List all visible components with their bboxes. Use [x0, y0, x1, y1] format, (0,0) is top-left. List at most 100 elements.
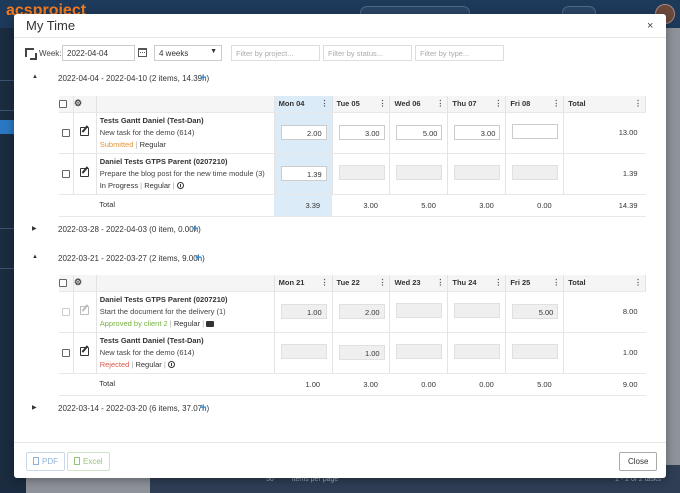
hours-input[interactable]: 2.00 — [280, 125, 327, 140]
kebab-icon[interactable]: ⋮ — [436, 99, 444, 108]
kebab-icon[interactable]: ⋮ — [552, 278, 560, 287]
caret-right-icon[interactable]: ▶ — [32, 404, 37, 411]
task-column-header — [96, 96, 275, 113]
project-name: Daniel Tests GTPS Parent (0207210) — [99, 156, 228, 166]
kebab-icon[interactable]: ⋮ — [321, 278, 329, 287]
day-column-header[interactable]: Thu 07 ⋮ — [447, 96, 507, 113]
select-all-checkbox[interactable] — [59, 279, 67, 288]
gear-icon[interactable]: ⚙ — [74, 277, 82, 287]
hours-input — [396, 344, 443, 359]
hours-input[interactable]: 1.39 — [280, 166, 327, 181]
row-checkbox[interactable] — [61, 349, 70, 357]
row-checkbox — [61, 308, 70, 316]
kebab-icon[interactable]: ⋮ — [321, 99, 329, 108]
kebab-icon[interactable]: ⋮ — [634, 278, 642, 287]
day-column-header[interactable]: Fri 08 ⋮ — [505, 96, 565, 113]
timesheet-list: ▲ 2022-04-04 - 2022-04-10 (2 items, 14.3… — [14, 68, 666, 441]
task-column-header — [96, 275, 275, 292]
weeks-select[interactable]: 4 weeks ▼ — [154, 45, 222, 61]
week-group-header[interactable]: ▲ 2022-03-21 - 2022-03-27 (2 items, 9.00… — [14, 252, 654, 266]
filter-project-input[interactable]: Filter by project... — [231, 45, 320, 61]
week-group-header[interactable]: ▶ 2022-03-28 - 2022-04-03 (0 item, 0.00h… — [14, 223, 654, 237]
kebab-icon[interactable]: ⋮ — [634, 99, 642, 108]
grand-total: 9.00 — [563, 373, 646, 396]
calendar-icon[interactable] — [138, 48, 147, 57]
day-column-header[interactable]: Tue 22 ⋮ — [332, 275, 391, 292]
totals-row: Total 3.39 3.00 5.00 3.00 0.00 14.39 — [59, 194, 646, 217]
comment-icon[interactable] — [206, 320, 215, 327]
add-icon[interactable]: + — [195, 252, 201, 264]
totals-row: Total 1.00 3.00 0.00 0.00 5.00 9.00 — [59, 373, 646, 396]
edit-icon[interactable] — [80, 347, 90, 356]
export-excel-button[interactable]: Excel — [67, 452, 110, 471]
hours-input: 1.00 — [338, 345, 385, 360]
hours-input — [512, 165, 559, 180]
filter-status-input[interactable]: Filter by status... — [323, 45, 412, 61]
caret-right-icon[interactable]: ▶ — [32, 225, 37, 232]
day-column-header[interactable]: Mon 21 ⋮ — [274, 275, 333, 292]
add-icon[interactable]: + — [200, 402, 206, 414]
select-all-cell[interactable] — [59, 96, 74, 113]
caret-down-icon[interactable]: ▲ — [32, 254, 38, 260]
totals-label: Total — [96, 194, 275, 217]
day-total: 5.00 — [505, 373, 564, 396]
hours-input[interactable]: 3.00 — [338, 125, 385, 140]
week-group-header[interactable]: ▲ 2022-04-04 - 2022-04-10 (2 items, 14.3… — [14, 72, 654, 86]
add-icon[interactable]: + — [192, 223, 198, 235]
day-column-header[interactable]: Mon 04 ⋮ — [274, 96, 333, 113]
week-date-input[interactable]: 2022-04-04 — [62, 45, 135, 61]
expand-icon[interactable] — [25, 48, 37, 60]
task-name[interactable]: New task for the demo (614) — [100, 127, 271, 139]
export-pdf-button[interactable]: PDF — [26, 452, 65, 471]
hours-input[interactable]: 5.00 — [396, 125, 443, 140]
hours-input — [338, 165, 385, 180]
type-label: Regular — [173, 318, 201, 328]
day-column-header[interactable]: Tue 05 ⋮ — [332, 96, 391, 113]
total-column-header[interactable]: Total ⋮ — [563, 96, 646, 113]
day-total: 1.00 — [274, 373, 333, 396]
kebab-icon[interactable]: ⋮ — [552, 99, 560, 108]
hours-input[interactable] — [512, 124, 559, 139]
kebab-icon[interactable]: ⋮ — [494, 278, 502, 287]
row-checkbox[interactable] — [61, 170, 70, 178]
week-group-title: 2022-03-21 - 2022-03-27 (2 items, 9.00h) — [58, 254, 205, 263]
select-all-cell[interactable] — [59, 275, 74, 292]
kebab-icon[interactable]: ⋮ — [494, 99, 502, 108]
table-row: Tests Gantt Daniel (Test-Dan) New task f… — [59, 332, 646, 374]
timer-icon[interactable] — [167, 361, 175, 369]
select-all-checkbox[interactable] — [59, 100, 67, 109]
edit-icon[interactable] — [80, 168, 90, 177]
settings-cell[interactable]: ⚙ — [73, 275, 97, 292]
settings-cell[interactable]: ⚙ — [73, 96, 97, 113]
table-row: Tests Gantt Daniel (Test-Dan) New task f… — [59, 112, 646, 154]
close-icon[interactable]: × — [647, 20, 653, 32]
caret-down-icon[interactable]: ▲ — [32, 74, 38, 80]
day-total: 3.00 — [332, 194, 390, 217]
kebab-icon[interactable]: ⋮ — [436, 278, 444, 287]
kebab-icon[interactable]: ⋮ — [378, 99, 386, 108]
day-column-header[interactable]: Wed 23 ⋮ — [389, 275, 449, 292]
close-button[interactable]: Close — [619, 452, 658, 471]
row-checkbox[interactable] — [61, 129, 70, 137]
filter-type-input[interactable]: Filter by type... — [415, 45, 504, 61]
hours-input[interactable]: 3.00 — [454, 125, 501, 140]
task-name[interactable]: Prepare the blog post for the new time m… — [100, 168, 271, 180]
total-column-header[interactable]: Total ⋮ — [563, 275, 646, 292]
type-label: Regular — [144, 180, 171, 190]
kebab-icon[interactable]: ⋮ — [378, 278, 386, 287]
add-icon[interactable]: + — [200, 72, 206, 84]
timer-icon[interactable] — [176, 182, 184, 190]
gear-icon[interactable]: ⚙ — [74, 98, 82, 108]
file-icon — [33, 457, 39, 465]
week-group-header[interactable]: ▶ 2022-03-14 - 2022-03-20 (6 items, 37.0… — [14, 402, 654, 416]
task-name[interactable]: New task for the demo (614) — [100, 347, 271, 359]
day-total: 3.00 — [447, 194, 506, 217]
project-name: Tests Gantt Daniel (Test-Dan) — [99, 115, 204, 125]
task-name[interactable]: Start the document for the delivery (1) — [100, 306, 271, 318]
hours-input — [280, 344, 327, 359]
row-total: 13.00 — [563, 112, 646, 154]
day-column-header[interactable]: Wed 06 ⋮ — [389, 96, 449, 113]
day-column-header[interactable]: Thu 24 ⋮ — [447, 275, 507, 292]
day-column-header[interactable]: Fri 25 ⋮ — [505, 275, 565, 292]
edit-icon[interactable] — [80, 127, 90, 136]
